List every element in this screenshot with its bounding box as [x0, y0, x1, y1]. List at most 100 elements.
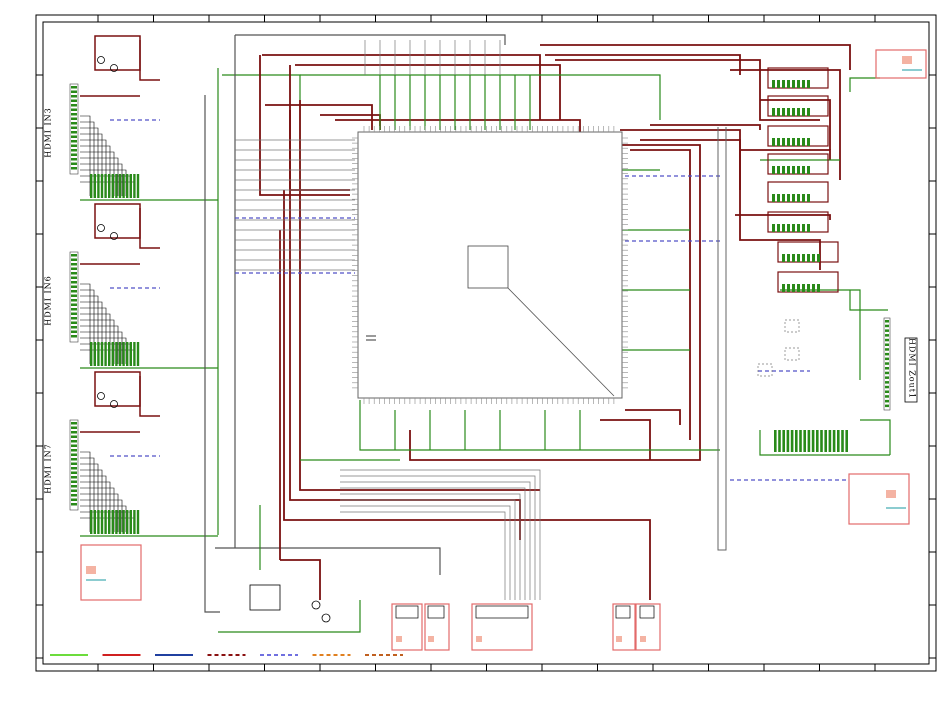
output-resistor [841, 430, 844, 452]
output-resistor [778, 430, 781, 452]
output-resistor [811, 430, 815, 452]
main-ic [352, 126, 628, 404]
cell-resistor [777, 80, 780, 88]
cell-resistor [772, 194, 775, 202]
bottom-connector [475, 605, 529, 619]
termination-resistor [129, 342, 132, 366]
connector-pin [71, 285, 77, 288]
esd-frame [94, 371, 141, 407]
termination-resistor [126, 342, 129, 366]
bottom-ic [249, 584, 331, 623]
termination-resistor [104, 510, 107, 534]
cell-resistor [802, 80, 805, 88]
connector-pin [71, 144, 77, 147]
output-resistor [845, 430, 848, 452]
red-trace [280, 559, 321, 600]
termination-resistor [122, 510, 125, 534]
red-trace [259, 55, 350, 196]
connector-pin [71, 126, 77, 129]
bottom-connector [395, 605, 419, 619]
termination-resistor [115, 510, 118, 534]
right-cell [767, 95, 829, 117]
output-pin [885, 329, 889, 332]
cell-resistor [782, 284, 785, 292]
right-cell [777, 271, 839, 293]
output-pin [885, 395, 889, 398]
cell-resistor [782, 166, 785, 174]
cell-resistor [772, 108, 775, 116]
gray-trace [340, 493, 521, 600]
connector-pin [71, 95, 77, 98]
output-pin [885, 343, 889, 346]
cell-resistor [807, 138, 810, 146]
transistor [97, 56, 105, 64]
output-pin [885, 357, 889, 361]
connector-pin [71, 312, 77, 315]
connector-pin [71, 90, 77, 93]
cell-resistor [792, 108, 795, 116]
cell-resistor [782, 254, 785, 262]
connector-pin [71, 158, 77, 161]
connector-pin [71, 440, 77, 443]
connector-pin [71, 117, 77, 120]
connector-pin [71, 135, 77, 138]
cell-resistor [777, 194, 780, 202]
hpd-line [139, 376, 160, 417]
cell-resistor [792, 254, 795, 262]
cell-resistor [807, 166, 810, 174]
termination-resistor [122, 174, 125, 198]
green-trace [780, 289, 861, 380]
cell-resistor [772, 138, 775, 146]
termination-resistor [111, 174, 114, 198]
output-resistor [816, 430, 819, 452]
connector-pin [71, 153, 77, 156]
cell-resistor [802, 194, 805, 202]
gray-trace [340, 511, 506, 600]
connector-pin [71, 431, 77, 434]
cell-resistor [812, 284, 815, 292]
output-resistor [820, 430, 823, 452]
connector-pin [71, 294, 77, 297]
cell-resistor [787, 108, 790, 116]
connector-pin [71, 426, 77, 429]
connector-pin [71, 467, 77, 470]
termination-resistor [136, 342, 140, 366]
right-cell [767, 181, 829, 203]
hdmi-in7-label: HDMI IN7 [43, 443, 53, 494]
output-resistor [799, 430, 802, 452]
cell-resistor [792, 166, 795, 174]
callout-top-right [875, 49, 927, 79]
cell-resistor [807, 284, 810, 292]
red-trace [555, 59, 820, 121]
output-pins [885, 320, 889, 408]
connector-pin [71, 449, 77, 452]
cell-resistor [772, 166, 775, 174]
hdmi-input-blocks [69, 35, 218, 537]
connector-pin [71, 453, 77, 456]
green-trace [849, 77, 880, 92]
schematic-sheet [35, 14, 937, 672]
output-pin [885, 367, 889, 370]
cell-resistor [802, 254, 805, 262]
connector-pin [71, 471, 77, 474]
cell-resistor [777, 138, 780, 146]
red-trace [320, 114, 381, 130]
termination-resistor [118, 510, 122, 534]
green-trace [860, 419, 891, 455]
connector-pin [71, 435, 77, 438]
connector-pin [71, 258, 77, 261]
dashed-component [784, 347, 800, 361]
right-cell [767, 67, 829, 89]
termination-resistor [100, 174, 104, 198]
output-resistor [824, 430, 827, 452]
callout-b3 [471, 603, 533, 651]
output-pin [885, 390, 889, 393]
cell-resistor [812, 254, 815, 262]
termination-resistor [108, 510, 111, 534]
connector-pin [71, 267, 77, 270]
termination-resistor [136, 174, 140, 198]
termination-resistor [111, 510, 114, 534]
callout-right [848, 473, 910, 525]
output-resistor [790, 430, 794, 452]
callout-b2 [424, 603, 450, 651]
